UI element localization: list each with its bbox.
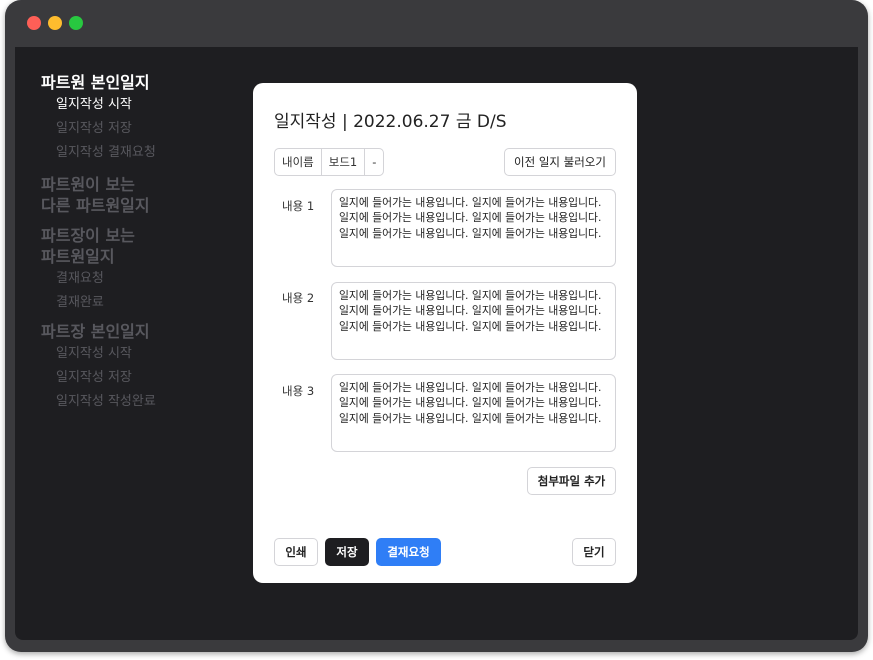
close-button[interactable]: 닫기: [572, 538, 616, 566]
sidebar-section-label-line2: 파트원일지: [41, 247, 115, 266]
sidebar-item-save-log[interactable]: 일지작성 저장: [41, 117, 231, 141]
sidebar-section-label-line1: 파트장이 보는: [41, 226, 135, 245]
sidebar-section-leader-own-log[interactable]: 파트장 본인일지: [41, 321, 231, 342]
content-1-textarea[interactable]: 일지에 들어가는 내용입니다. 일지에 들어가는 내용입니다. 일지에 들어가는…: [331, 189, 616, 267]
print-button[interactable]: 인쇄: [274, 538, 318, 566]
sidebar-section-leader-view-member-logs[interactable]: 파트장이 보는 파트원일지: [41, 225, 231, 267]
content-2-label: 내용 2: [282, 291, 315, 305]
sidebar-item-leader-start-log[interactable]: 일지작성 시작: [41, 342, 231, 366]
load-previous-log-button[interactable]: 이전 일지 불러오기: [504, 148, 616, 176]
save-button[interactable]: 저장: [325, 538, 369, 566]
sidebar-item-approval-requested[interactable]: 결재요청: [41, 267, 231, 291]
modal-title: 일지작성 | 2022.06.27 금 D/S: [274, 112, 507, 132]
sidebar-section-label-line1: 파트원이 보는: [41, 175, 135, 194]
app-content: 파트원 본인일지 일지작성 시작 일지작성 저장 일지작성 결재요청 파트원이 …: [15, 47, 858, 640]
request-approval-button[interactable]: 결재요청: [376, 538, 441, 566]
content-3-label: 내용 3: [282, 384, 315, 398]
extra-field[interactable]: -: [365, 149, 383, 175]
app-window: 파트원 본인일지 일지작성 시작 일지작성 저장 일지작성 결재요청 파트원이 …: [5, 0, 868, 652]
content-3-textarea[interactable]: 일지에 들어가는 내용입니다. 일지에 들어가는 내용입니다. 일지에 들어가는…: [331, 374, 616, 452]
author-board-selector: 내이름 보드1 -: [274, 148, 385, 176]
board-field[interactable]: 보드1: [322, 149, 366, 175]
sidebar-section-other-member-logs[interactable]: 파트원이 보는 다른 파트원일지: [41, 174, 231, 216]
content-1-label: 내용 1: [282, 199, 315, 213]
sidebar-item-approval-complete[interactable]: 결재완료: [41, 291, 231, 315]
log-write-modal: 일지작성 | 2022.06.27 금 D/S 내이름 보드1 - 이전 일지 …: [253, 83, 637, 583]
maximize-window-button[interactable]: [69, 16, 83, 30]
sidebar-item-leader-save-log[interactable]: 일지작성 저장: [41, 366, 231, 390]
sidebar: 파트원 본인일지 일지작성 시작 일지작성 저장 일지작성 결재요청 파트원이 …: [41, 72, 231, 414]
minimize-window-button[interactable]: [48, 16, 62, 30]
author-name-field[interactable]: 내이름: [275, 149, 322, 175]
close-window-button[interactable]: [27, 16, 41, 30]
sidebar-section-member-own-log[interactable]: 파트원 본인일지: [41, 72, 231, 93]
content-2-textarea[interactable]: 일지에 들어가는 내용입니다. 일지에 들어가는 내용입니다. 일지에 들어가는…: [331, 282, 616, 360]
sidebar-section-label-line2: 다른 파트원일지: [41, 196, 150, 215]
sidebar-item-request-approval[interactable]: 일지작성 결재요청: [41, 141, 231, 165]
sidebar-item-start-log[interactable]: 일지작성 시작: [41, 93, 231, 117]
sidebar-item-leader-complete-log[interactable]: 일지작성 작성완료: [41, 390, 231, 414]
add-attachment-button[interactable]: 첨부파일 추가: [527, 467, 616, 495]
